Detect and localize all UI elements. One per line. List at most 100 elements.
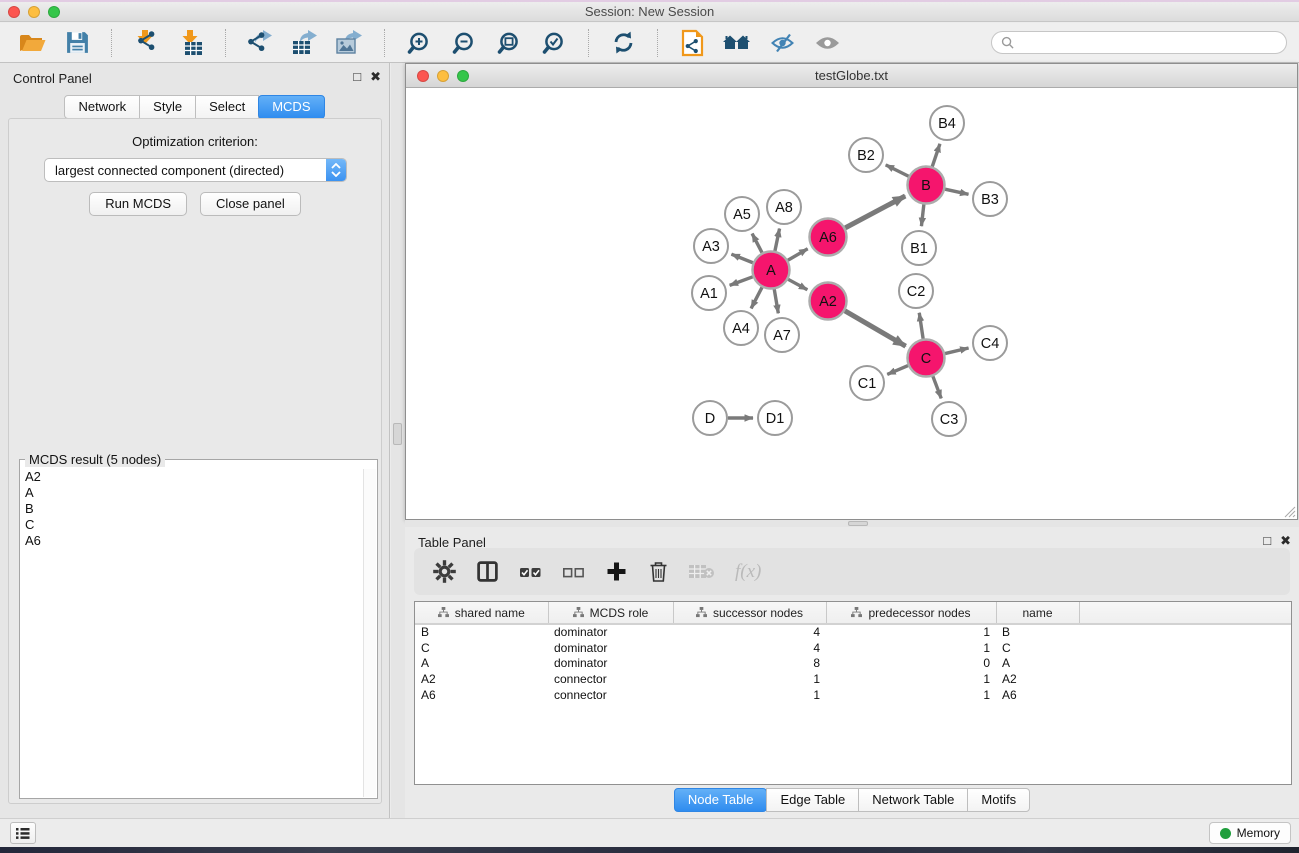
run-mcds-button[interactable]: Run MCDS — [89, 192, 187, 216]
show-panels-button[interactable] — [10, 822, 36, 844]
mcds-result-item[interactable]: A6 — [22, 533, 361, 549]
export-table-icon[interactable] — [285, 27, 325, 59]
column-header-shared-name[interactable]: shared name — [415, 602, 548, 624]
graph-node-B[interactable]: B — [908, 167, 945, 204]
minimize-window-icon[interactable] — [28, 6, 40, 18]
graph-edge-C-C3[interactable] — [933, 376, 941, 398]
tab-mcds[interactable]: MCDS — [258, 95, 324, 119]
network-close-icon[interactable] — [417, 70, 429, 82]
graph-node-B3[interactable]: B3 — [973, 182, 1007, 216]
graph-edge-C-C4[interactable] — [945, 348, 969, 354]
graph-edge-A6-B[interactable] — [845, 196, 905, 228]
graph-node-C1[interactable]: C1 — [850, 366, 884, 400]
export-network-icon[interactable] — [240, 27, 280, 59]
tab-node-table[interactable]: Node Table — [674, 788, 768, 812]
graph-node-C3[interactable]: C3 — [932, 402, 966, 436]
close-window-icon[interactable] — [8, 6, 20, 18]
export-image-icon[interactable] — [330, 27, 370, 59]
table-row[interactable]: Bdominator41B — [415, 624, 1291, 641]
graph-node-A6[interactable]: A6 — [810, 219, 847, 256]
graph-node-D1[interactable]: D1 — [758, 401, 792, 435]
table-row[interactable]: A6connector11A6 — [415, 688, 1291, 704]
graph-edge-A-A5[interactable] — [752, 234, 762, 253]
graph-edge-C-C1[interactable] — [887, 366, 908, 375]
import-network-icon[interactable] — [126, 27, 166, 59]
graph-edge-A-A6[interactable] — [788, 249, 808, 260]
graph-edge-B-B4[interactable] — [932, 144, 940, 167]
hide-unselected-eye-icon[interactable] — [762, 27, 802, 59]
settings-gear-icon[interactable] — [433, 560, 456, 584]
graph-node-A2[interactable]: A2 — [810, 283, 847, 320]
home-icon[interactable] — [717, 27, 757, 59]
tab-network[interactable]: Network — [64, 95, 140, 119]
app-titlebar[interactable]: Session: New Session — [0, 2, 1299, 22]
graph-node-C[interactable]: C — [908, 340, 945, 377]
graph-node-A8[interactable]: A8 — [767, 190, 801, 224]
add-column-icon[interactable] — [605, 560, 627, 584]
refresh-icon[interactable] — [603, 27, 643, 59]
zoom-out-icon[interactable] — [444, 27, 484, 59]
mcds-result-item[interactable]: A — [22, 485, 361, 501]
graph-node-B4[interactable]: B4 — [930, 106, 964, 140]
close-panel-button[interactable]: Close panel — [200, 192, 301, 216]
select-all-checkboxes-icon[interactable] — [519, 560, 542, 584]
close-table-panel-icon[interactable]: ✖ — [1280, 533, 1291, 549]
close-panel-icon[interactable]: ✖ — [370, 69, 381, 85]
graph-edge-A-A4[interactable] — [751, 287, 762, 308]
horizontal-split-handle[interactable] — [848, 521, 868, 526]
zoom-window-icon[interactable] — [48, 6, 60, 18]
column-header-predecessor-nodes[interactable]: predecessor nodes — [826, 602, 996, 624]
mcds-result-item[interactable]: B — [22, 501, 361, 517]
graph-node-C4[interactable]: C4 — [973, 326, 1007, 360]
graph-edge-A-A8[interactable] — [775, 229, 780, 251]
open-session-icon[interactable] — [12, 27, 52, 59]
graph-node-A3[interactable]: A3 — [694, 229, 728, 263]
zoom-in-icon[interactable] — [399, 27, 439, 59]
network-canvas[interactable]: B4B2BB3A8A5A6A3B1AC2A1A2A4A7C4CC1DD1C3 — [406, 89, 1297, 519]
mcds-result-item[interactable]: A2 — [22, 469, 361, 485]
network-minimize-icon[interactable] — [437, 70, 449, 82]
table-row[interactable]: A2connector11A2 — [415, 672, 1291, 688]
column-layout-icon[interactable] — [476, 560, 499, 584]
graph-node-A5[interactable]: A5 — [725, 197, 759, 231]
tab-network-table[interactable]: Network Table — [858, 788, 968, 812]
graph-node-A1[interactable]: A1 — [692, 276, 726, 310]
network-window-titlebar[interactable]: testGlobe.txt — [406, 64, 1297, 88]
network-from-selection-icon[interactable] — [672, 27, 712, 59]
graph-edge-B-B2[interactable] — [886, 165, 909, 176]
node-table[interactable]: shared nameMCDS rolesuccessor nodesprede… — [414, 601, 1292, 785]
float-panel-icon[interactable]: □ — [353, 69, 361, 85]
search-input[interactable] — [1019, 36, 1277, 50]
graph-node-A4[interactable]: A4 — [724, 311, 758, 345]
tab-motifs[interactable]: Motifs — [967, 788, 1030, 812]
graph-edge-A-A7[interactable] — [774, 289, 778, 313]
float-table-panel-icon[interactable]: □ — [1263, 533, 1271, 549]
optimization-criterion-select[interactable]: largest connected component (directed) — [44, 158, 347, 182]
table-row[interactable]: Adominator80A — [415, 656, 1291, 672]
graph-node-A[interactable]: A — [753, 252, 790, 289]
graph-node-C2[interactable]: C2 — [899, 274, 933, 308]
delete-column-icon[interactable] — [647, 560, 669, 584]
graph-edge-B-B1[interactable] — [921, 204, 923, 226]
tab-edge-table[interactable]: Edge Table — [766, 788, 859, 812]
mcds-result-item[interactable]: C — [22, 517, 361, 533]
graph-node-A7[interactable]: A7 — [765, 318, 799, 352]
zoom-selected-icon[interactable] — [534, 27, 574, 59]
column-header-name[interactable]: name — [996, 602, 1079, 624]
vertical-split-handle[interactable] — [393, 423, 402, 445]
graph-edge-A2-C[interactable] — [845, 311, 906, 346]
show-eye-icon[interactable] — [807, 27, 847, 59]
graph-edge-B-B3[interactable] — [945, 189, 968, 194]
graph-node-B2[interactable]: B2 — [849, 138, 883, 172]
graph-node-D[interactable]: D — [693, 401, 727, 435]
deselect-all-checkboxes-icon[interactable] — [562, 560, 585, 584]
memory-button[interactable]: Memory — [1209, 822, 1291, 844]
zoom-fit-icon[interactable] — [489, 27, 529, 59]
graph-edge-A-A2[interactable] — [788, 279, 807, 289]
import-table-icon[interactable] — [171, 27, 211, 59]
graph-edge-A-A3[interactable] — [731, 254, 752, 263]
search-box[interactable] — [991, 31, 1287, 54]
save-session-icon[interactable] — [57, 27, 97, 59]
graph-edge-A-A1[interactable] — [730, 277, 753, 286]
table-row[interactable]: Cdominator41C — [415, 641, 1291, 657]
